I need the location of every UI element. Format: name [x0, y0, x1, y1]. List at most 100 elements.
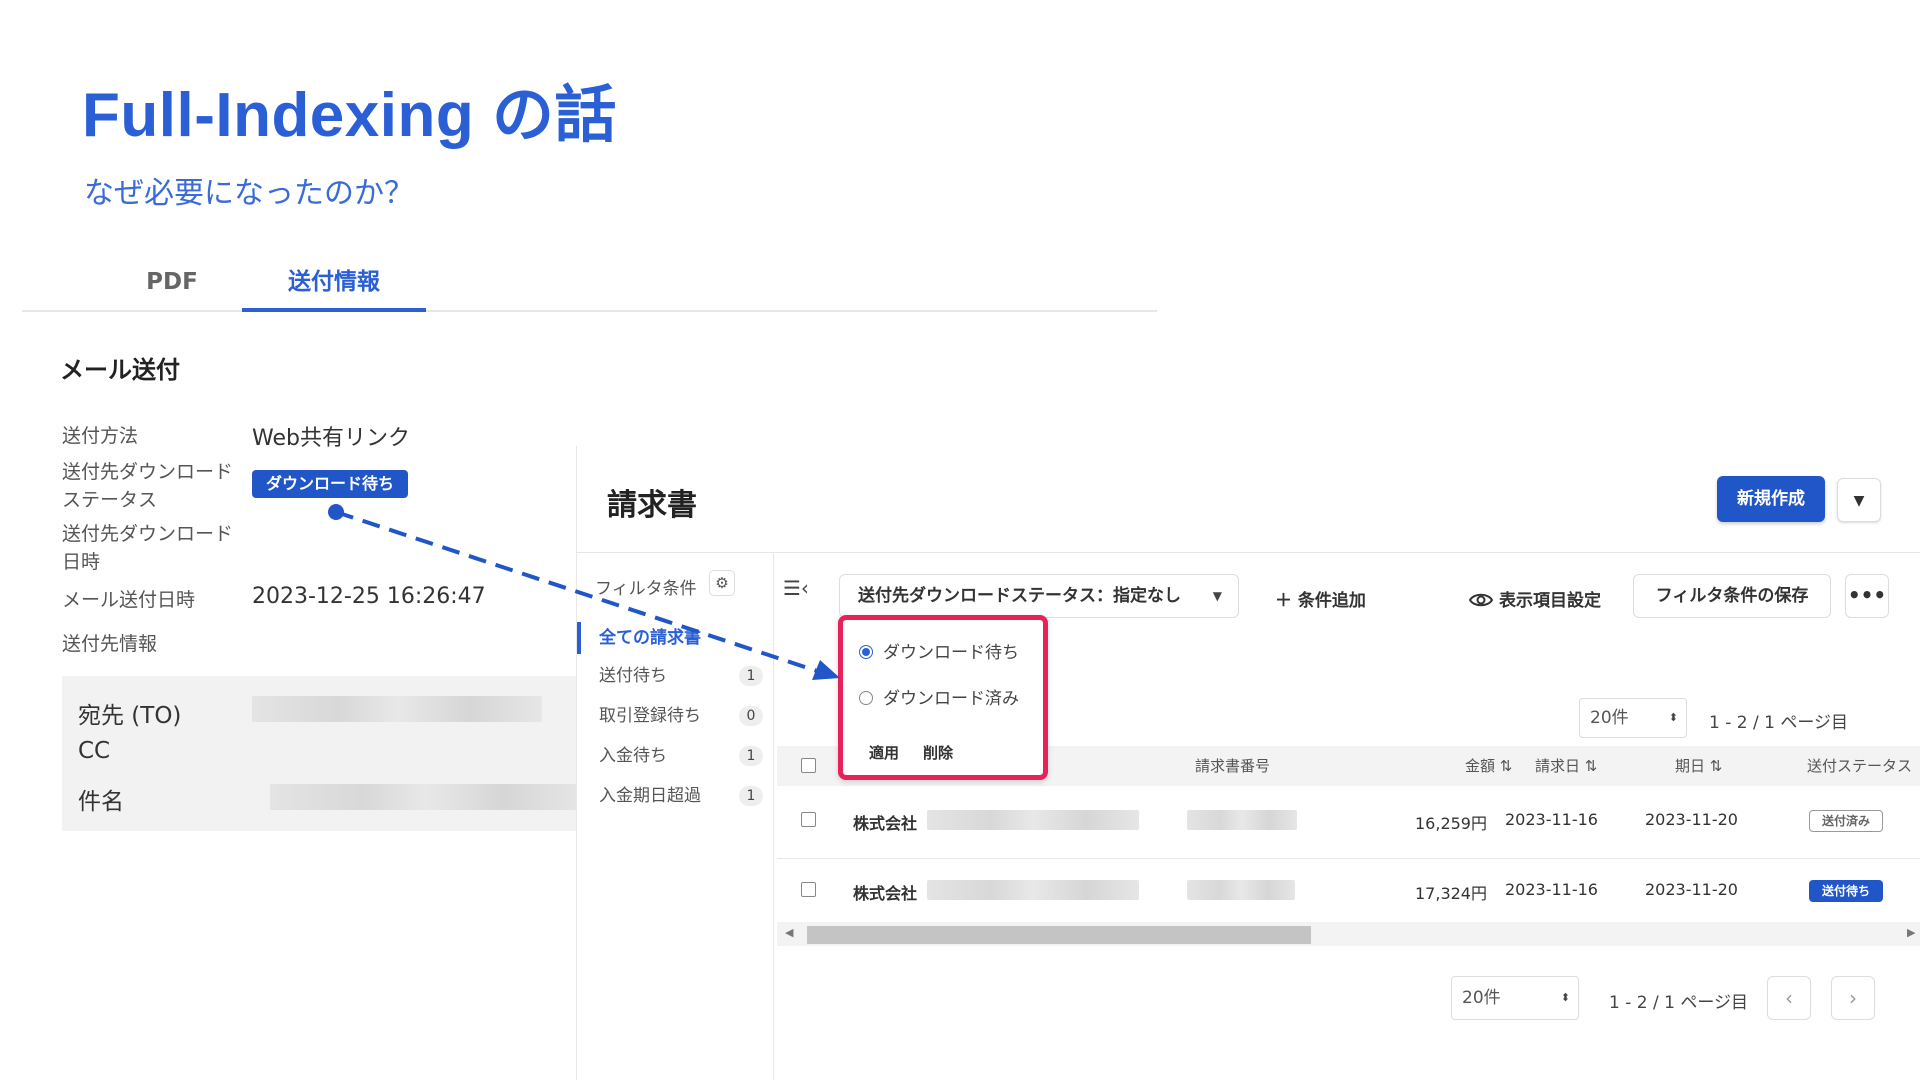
sidebar-item-label: 送付待ち [599, 666, 667, 686]
col-amount-label: 金額 [1465, 757, 1496, 775]
per-page-value: 20件 [1462, 988, 1501, 1008]
dropdown-label: 送付先ダウンロードステータス：指定なし [858, 586, 1181, 606]
col-invoice-date[interactable]: 請求日 ⇅ [1535, 746, 1597, 786]
redacted-invoice-number [1187, 810, 1297, 830]
download-status-filter-dropdown[interactable]: 送付先ダウンロードステータス：指定なし ▼ [839, 574, 1239, 618]
count-badge: 1 [739, 746, 763, 766]
invoice-date: 2023-11-16 [1505, 810, 1598, 829]
next-page-button[interactable]: › [1831, 976, 1875, 1020]
page-info-top: 1 - 2 / 1 ページ目 [1709, 713, 1848, 733]
scroll-right-icon[interactable]: ▶ [1907, 926, 1915, 939]
label-mail-date: メール送付日時 [62, 589, 196, 611]
col-due-date[interactable]: 期日 ⇅ [1675, 746, 1722, 786]
chevron-down-icon: ▼ [1853, 493, 1865, 509]
per-page-select-bottom[interactable]: 20件 ⬍ [1451, 976, 1579, 1020]
row-checkbox[interactable] [801, 812, 816, 827]
detail-tabs: PDF 送付情報 [22, 262, 1157, 312]
download-status-filter-popup: ダウンロード待ち ダウンロード済み 適用 削除 [838, 615, 1048, 780]
sidebar-item-label: 入金待ち [599, 746, 667, 766]
radio-label: ダウンロード済み [883, 689, 1019, 709]
sidebar-item-label: 取引登録待ち [599, 706, 701, 726]
amount: 16,259円 [1415, 814, 1487, 833]
label-dl-date-line2: 日時 [62, 551, 101, 573]
tab-send-info[interactable]: 送付情報 [242, 262, 426, 312]
radio-option-downloaded[interactable]: ダウンロード済み [859, 684, 1019, 709]
redacted-invoice-number [1187, 880, 1295, 900]
label-dl-status-line1: 送付先ダウンロード [62, 461, 234, 483]
save-filter-button[interactable]: フィルタ条件の保存 [1633, 574, 1831, 618]
row-checkbox[interactable] [801, 882, 816, 897]
company-name: 株式会社 [853, 814, 918, 833]
per-page-select-top[interactable]: 20件 ⬍ [1579, 698, 1687, 738]
display-settings-button[interactable]: 表示項目設定 [1468, 586, 1601, 611]
col-invoice-date-label: 請求日 [1535, 757, 1581, 775]
eye-icon [1468, 593, 1494, 607]
label-to: 宛先 (TO) [78, 703, 182, 729]
updown-icon: ⬍ [1560, 991, 1570, 1004]
divider [577, 552, 1920, 553]
due-date: 2023-11-20 [1645, 810, 1738, 829]
count-badge: 0 [739, 706, 763, 726]
radio-option-awaiting-download[interactable]: ダウンロード待ち [859, 638, 1019, 663]
sidebar-item-label: 全ての請求書 [599, 628, 701, 648]
new-menu-caret-button[interactable]: ▼ [1837, 478, 1881, 522]
add-condition-button[interactable]: ＋ 条件追加 [1275, 586, 1366, 611]
invoice-title: 請求書 [607, 488, 697, 523]
sidebar-item-label: 入金期日超過 [599, 786, 701, 806]
label-dl-status-line2: ステータス [62, 489, 158, 511]
slide-subtitle: なぜ必要になったのか？ [84, 176, 414, 211]
row-divider [777, 858, 1920, 859]
redacted-to [252, 696, 542, 722]
gear-icon[interactable]: ⚙ [709, 570, 735, 596]
updown-icon: ⬍ [1668, 711, 1678, 724]
filter-header: フィルタ条件 [595, 579, 697, 599]
status-badge: 送付待ち [1809, 880, 1883, 902]
radio-unselected-icon [859, 691, 873, 705]
recipient-box: 宛先 (TO) CC 件名 [62, 676, 582, 831]
chevron-left-icon: ‹ [1785, 986, 1793, 1010]
col-due-date-label: 期日 [1675, 757, 1706, 775]
apply-button[interactable]: 適用 [869, 742, 899, 763]
delete-button[interactable]: 削除 [923, 742, 953, 763]
value-send-method: Web共有リンク [252, 426, 410, 451]
sort-icon: ⇅ [1584, 757, 1598, 775]
radio-selected-icon [859, 645, 873, 659]
sidebar-item-overdue[interactable]: 入金期日超過 1 [577, 780, 773, 812]
section-title: メール送付 [60, 356, 180, 384]
sidebar-item-awaiting-registration[interactable]: 取引登録待ち 0 [577, 700, 773, 732]
due-date: 2023-11-20 [1645, 880, 1738, 899]
chevron-right-icon: › [1849, 986, 1857, 1010]
sidebar-divider [773, 554, 774, 1080]
new-invoice-button[interactable]: 新規作成 [1717, 476, 1825, 522]
label-send-method: 送付方法 [62, 425, 139, 447]
col-amount[interactable]: 金額 ⇅ [1465, 746, 1512, 786]
count-badge: 1 [739, 786, 763, 806]
add-condition-label: 条件追加 [1297, 591, 1366, 611]
slide-title: Full-Indexing の話 [82, 81, 617, 150]
sidebar-item-awaiting-payment[interactable]: 入金待ち 1 [577, 740, 773, 772]
col-invoice-number[interactable]: 請求書番号 [1195, 746, 1270, 786]
select-all-checkbox[interactable] [801, 758, 816, 773]
sidebar-item-awaiting-send[interactable]: 送付待ち 1 [577, 660, 773, 692]
scroll-left-icon[interactable]: ◀ [785, 926, 793, 939]
sort-icon: ⇅ [1709, 757, 1723, 775]
redacted-company [927, 880, 1139, 900]
chevron-down-icon: ▼ [1212, 589, 1222, 603]
prev-page-button[interactable]: ‹ [1767, 976, 1811, 1020]
scrollbar-thumb[interactable] [807, 926, 1311, 944]
sidebar-item-all[interactable]: 全ての請求書 [577, 622, 773, 654]
tab-pdf[interactable]: PDF [102, 262, 242, 312]
redacted-subject [270, 784, 582, 810]
label-cc: CC [78, 738, 111, 764]
redacted-company [927, 810, 1139, 830]
more-options-button[interactable]: ••• [1845, 574, 1889, 618]
label-recipient-info: 送付先情報 [62, 633, 158, 655]
count-badge: 1 [739, 666, 763, 686]
value-mail-date: 2023-12-25 16:26:47 [252, 584, 486, 609]
invoice-date: 2023-11-16 [1505, 880, 1598, 899]
invoice-panel: 請求書 新規作成 ▼ フィルタ条件 ⚙ 全ての請求書 送付待ち 1 取引登録待ち… [576, 446, 1920, 1080]
col-send-status[interactable]: 送付ステータス [1807, 746, 1912, 786]
status-badge: 送付済み [1809, 810, 1883, 832]
collapse-sidebar-icon[interactable]: ☰‹ [783, 576, 809, 600]
download-status-badge: ダウンロード待ち [252, 470, 409, 498]
